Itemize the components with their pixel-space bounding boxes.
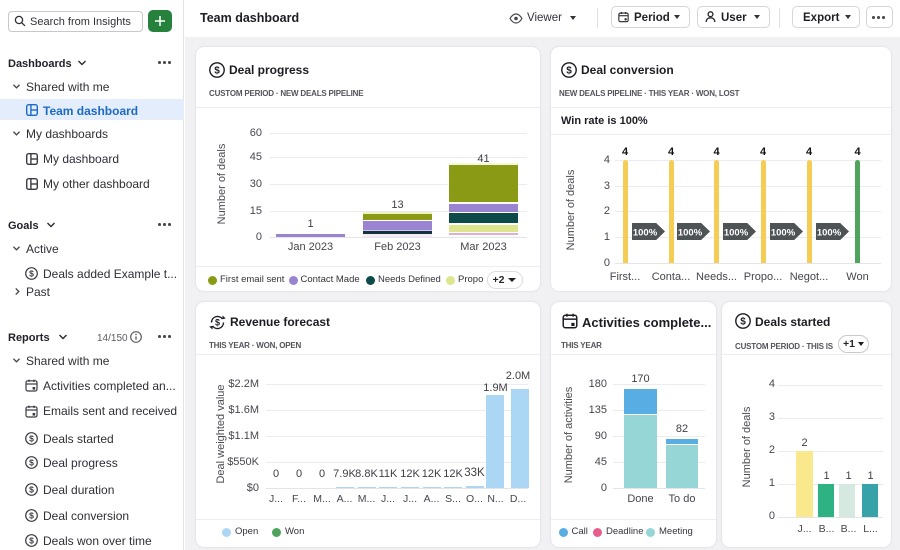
svg-text:100%: 100% (770, 227, 795, 238)
svg-text:$: $ (29, 510, 34, 520)
svg-text:$: $ (29, 535, 34, 545)
svg-text:100%: 100% (817, 227, 842, 238)
svg-text:$: $ (29, 433, 34, 443)
svg-text:$: $ (740, 317, 746, 328)
svg-text:$: $ (215, 318, 220, 328)
svg-text:$: $ (29, 268, 34, 278)
svg-text:100%: 100% (724, 227, 749, 238)
svg-text:$: $ (214, 66, 220, 77)
svg-text:100%: 100% (678, 227, 703, 238)
svg-text:100%: 100% (632, 227, 657, 238)
svg-text:$: $ (29, 457, 34, 467)
svg-text:$: $ (29, 484, 34, 494)
svg-text:$: $ (566, 66, 572, 77)
